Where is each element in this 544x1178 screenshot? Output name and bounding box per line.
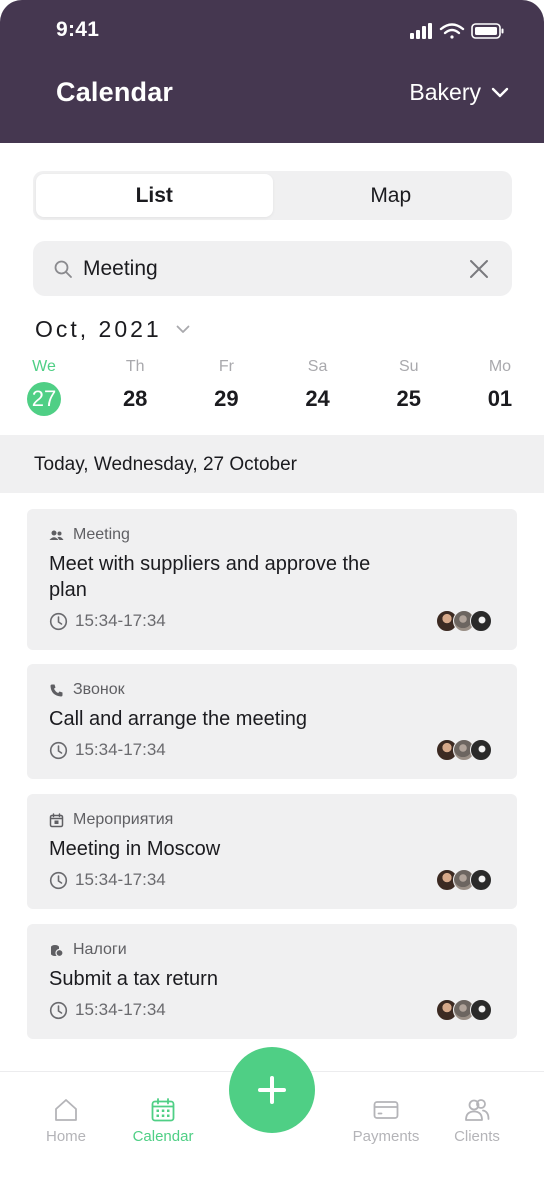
event-time: 15:34-17:34 bbox=[49, 611, 166, 631]
clock-icon bbox=[49, 741, 68, 759]
event-card[interactable]: Мероприятия Meeting in Moscow 15:34-17:3… bbox=[27, 794, 517, 909]
search-input[interactable] bbox=[83, 249, 443, 289]
day-number: 01 bbox=[487, 386, 513, 411]
event-time: 15:34-17:34 bbox=[49, 740, 166, 760]
event-title: Call and arrange the meeting bbox=[49, 708, 307, 730]
event-time: 15:34-17:34 bbox=[49, 1000, 166, 1020]
event-category-label: Звонок bbox=[73, 681, 125, 698]
phone-icon bbox=[50, 684, 63, 696]
day-item[interactable]: Th 28 bbox=[109, 356, 161, 416]
nav-clients[interactable]: Clients bbox=[432, 1096, 522, 1145]
avatar bbox=[470, 739, 492, 761]
day-number: 27 bbox=[27, 382, 61, 416]
avatar bbox=[470, 869, 492, 891]
day-weekday: Su bbox=[398, 358, 419, 375]
month-label: Oct, 2021 bbox=[35, 316, 162, 342]
plus-icon bbox=[258, 1076, 286, 1104]
battery-icon bbox=[471, 23, 504, 39]
day-number: 24 bbox=[305, 386, 330, 411]
view-switcher: List Map bbox=[33, 171, 512, 220]
participants bbox=[436, 999, 492, 1021]
week-strip: We 27 Th 28 Fr 29 Sa 24 Su 25 Mo 01 bbox=[18, 356, 526, 416]
status-time: 9:41 bbox=[56, 18, 100, 41]
wifi-icon bbox=[439, 23, 465, 39]
day-item[interactable]: Mo 01 bbox=[474, 356, 526, 416]
business-selector[interactable]: Bakery bbox=[409, 79, 509, 106]
event-time-label: 15:34-17:34 bbox=[75, 870, 166, 889]
coins-icon bbox=[51, 944, 64, 957]
clock-icon bbox=[49, 1001, 68, 1019]
day-weekday: Mo bbox=[488, 358, 512, 375]
event-title: Meet with suppliers and approve the plan bbox=[49, 553, 371, 601]
day-number: 29 bbox=[214, 386, 239, 411]
page-title: Calendar bbox=[56, 77, 174, 107]
event-category: Звонок bbox=[49, 681, 125, 699]
event-card[interactable]: Налоги Submit a tax return 15:34-17:34 bbox=[27, 924, 517, 1039]
day-item[interactable]: Su 25 bbox=[383, 356, 435, 416]
day-weekday: Fr bbox=[218, 358, 234, 375]
event-card[interactable]: Звонок Call and arrange the meeting 15:3… bbox=[27, 664, 517, 779]
event-category-label: Налоги bbox=[73, 941, 127, 958]
event-card[interactable]: Meeting Meet with suppliers and approve … bbox=[27, 509, 517, 650]
nav-clients-label: Clients bbox=[454, 1128, 500, 1145]
calendar-event-icon bbox=[49, 812, 64, 827]
calendar-icon bbox=[151, 1098, 175, 1122]
clock-icon bbox=[49, 612, 68, 630]
event-time-label: 15:34-17:34 bbox=[75, 1000, 166, 1019]
nav-payments-label: Payments bbox=[352, 1128, 420, 1145]
clock-icon bbox=[49, 871, 68, 889]
day-weekday: Th bbox=[125, 358, 145, 375]
participants bbox=[436, 739, 492, 761]
app-header: 9:41 Calendar Bakery bbox=[0, 0, 544, 143]
event-title: Meeting in Moscow bbox=[49, 838, 221, 860]
business-name: Bakery bbox=[409, 79, 481, 105]
nav-calendar[interactable]: Calendar bbox=[118, 1096, 208, 1145]
people-icon bbox=[49, 530, 64, 540]
add-event-button[interactable] bbox=[229, 1047, 315, 1133]
users-icon bbox=[465, 1099, 490, 1121]
event-time-label: 15:34-17:34 bbox=[75, 740, 166, 759]
nav-calendar-label: Calendar bbox=[132, 1128, 194, 1145]
event-category: Мероприятия bbox=[49, 811, 173, 829]
home-icon bbox=[55, 1099, 77, 1121]
event-time-label: 15:34-17:34 bbox=[75, 611, 166, 630]
signal-icon bbox=[410, 23, 432, 39]
status-icons bbox=[410, 23, 504, 39]
nav-payments[interactable]: Payments bbox=[341, 1096, 431, 1145]
day-item[interactable]: We 27 bbox=[18, 356, 70, 416]
credit-card-icon bbox=[373, 1101, 399, 1119]
tab-list[interactable]: List bbox=[36, 174, 273, 217]
tab-map[interactable]: Map bbox=[273, 174, 510, 217]
event-category-label: Мероприятия bbox=[73, 811, 174, 828]
day-item[interactable]: Sa 24 bbox=[292, 356, 344, 416]
day-weekday: Sa bbox=[307, 358, 328, 375]
date-section-header: Today, Wednesday, 27 October bbox=[0, 435, 544, 493]
day-number: 28 bbox=[122, 386, 148, 411]
day-number: 25 bbox=[396, 386, 421, 411]
avatar bbox=[470, 610, 492, 632]
search-bar bbox=[33, 241, 512, 296]
day-item[interactable]: Fr 29 bbox=[200, 356, 252, 416]
close-icon[interactable] bbox=[468, 258, 490, 280]
event-category: Meeting bbox=[49, 526, 130, 544]
event-time: 15:34-17:34 bbox=[49, 870, 166, 890]
chevron-down-icon bbox=[491, 87, 509, 97]
search-icon bbox=[54, 260, 72, 278]
today-label: Today, Wednesday, 27 October bbox=[34, 454, 297, 475]
day-weekday: We bbox=[32, 358, 56, 375]
chevron-down-icon bbox=[176, 325, 190, 333]
event-category-label: Meeting bbox=[73, 526, 130, 543]
nav-home-label: Home bbox=[45, 1128, 86, 1145]
event-category: Налоги bbox=[49, 941, 127, 959]
month-selector[interactable]: Oct, 2021 bbox=[35, 316, 190, 343]
event-title: Submit a tax return bbox=[49, 968, 218, 990]
avatar bbox=[470, 999, 492, 1021]
participants bbox=[436, 869, 492, 891]
nav-home[interactable]: Home bbox=[21, 1096, 111, 1145]
participants bbox=[436, 610, 492, 632]
